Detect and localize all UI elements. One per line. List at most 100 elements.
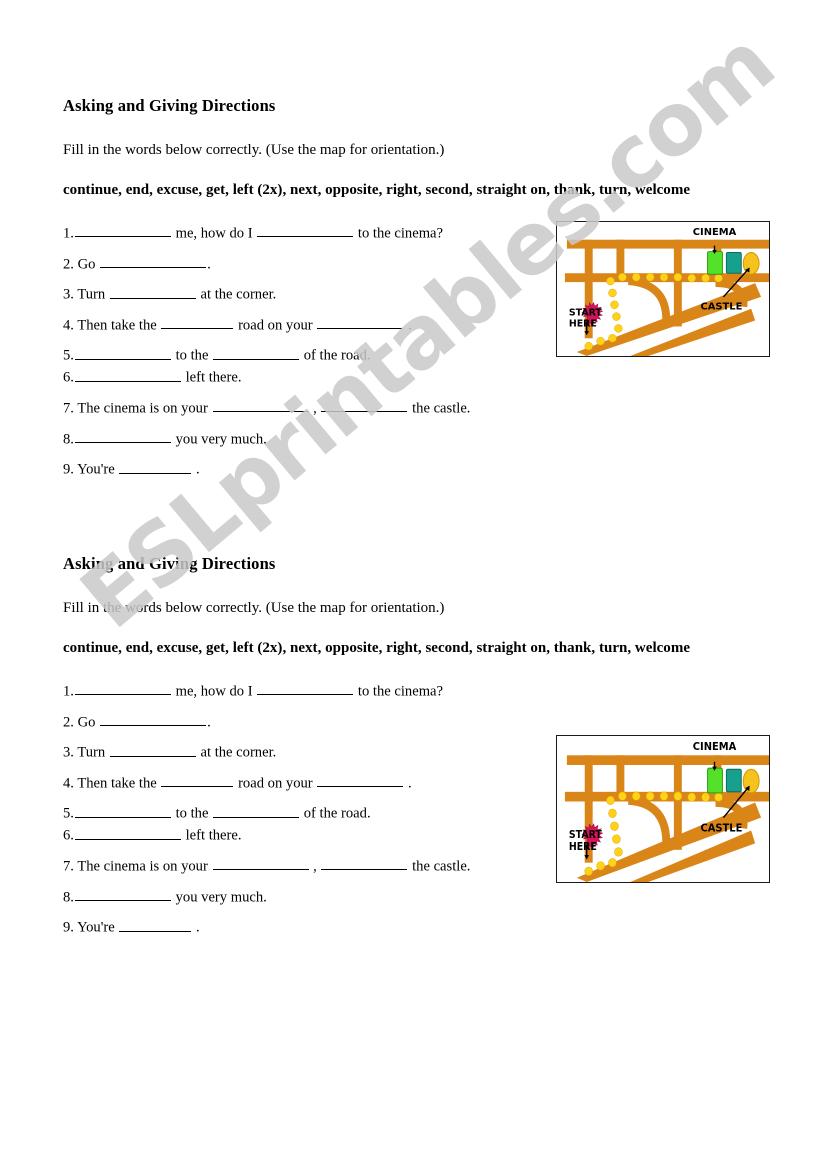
question-text: . bbox=[207, 714, 211, 731]
question-text: The cinema is on your bbox=[77, 858, 212, 875]
question-item-8: 8. you very much. bbox=[63, 429, 690, 449]
answer-blank[interactable] bbox=[257, 681, 354, 696]
question-text: of the road. bbox=[300, 347, 371, 364]
question-text: to the cinema? bbox=[354, 683, 444, 700]
route-dot bbox=[584, 866, 593, 876]
question-item-1: 1. me, how do I to the cinema? bbox=[63, 681, 690, 701]
map-content: CINEMA CASTLE START HERE bbox=[557, 222, 769, 356]
answer-blank[interactable] bbox=[321, 856, 408, 871]
answer-blank[interactable] bbox=[74, 681, 171, 696]
page-title: Asking and Giving Directions bbox=[63, 554, 276, 573]
question-number: 6. bbox=[63, 369, 74, 386]
question-number: 5. bbox=[63, 347, 74, 364]
question-text: , bbox=[309, 858, 321, 875]
question-number: 3. bbox=[63, 286, 74, 303]
answer-blank[interactable] bbox=[74, 367, 181, 382]
answer-blank[interactable] bbox=[100, 254, 207, 269]
map-illustration: CINEMA CASTLE START HERE bbox=[557, 736, 769, 882]
buildings bbox=[707, 767, 760, 794]
question-text: at the corner. bbox=[196, 286, 277, 303]
answer-blank[interactable] bbox=[317, 315, 404, 330]
question-text: Go bbox=[77, 256, 100, 273]
answer-blank[interactable] bbox=[74, 803, 171, 818]
start-here-label-line2: HERE bbox=[569, 318, 597, 329]
route-dot bbox=[618, 272, 627, 282]
answer-blank[interactable] bbox=[321, 398, 408, 413]
route-dot bbox=[596, 861, 605, 871]
map-illustration: CINEMA CASTLE START HERE bbox=[557, 222, 769, 356]
question-number: 9. bbox=[63, 461, 74, 478]
start-here-label-line1: START bbox=[569, 308, 603, 319]
answer-blank[interactable] bbox=[109, 742, 196, 757]
route-dot bbox=[608, 334, 617, 343]
question-number: 7. bbox=[63, 858, 74, 875]
answer-blank[interactable] bbox=[257, 223, 354, 238]
castle-label: CASTLE bbox=[701, 822, 743, 834]
start-here-label-line2: HERE bbox=[569, 841, 597, 852]
question-text: left there. bbox=[181, 827, 242, 844]
answer-blank[interactable] bbox=[109, 284, 196, 299]
question-number: 3. bbox=[63, 744, 74, 761]
question-text: you very much. bbox=[171, 889, 267, 906]
question-item-7: 7. The cinema is on your , the castle. bbox=[63, 398, 690, 418]
question-text: Go bbox=[77, 714, 100, 731]
word-bank: continue, end, excuse, get, left (2x), n… bbox=[63, 182, 691, 198]
question-text: , bbox=[309, 400, 321, 417]
road-horizontal-top bbox=[566, 755, 769, 765]
route-dot bbox=[714, 273, 723, 283]
question-text: to the cinema? bbox=[354, 225, 444, 242]
answer-blank[interactable] bbox=[74, 345, 171, 360]
question-text: The cinema is on your bbox=[77, 400, 212, 417]
answer-blank[interactable] bbox=[161, 315, 234, 330]
answer-blank[interactable] bbox=[119, 459, 192, 474]
route-dot bbox=[610, 821, 619, 831]
question-number: 4. bbox=[63, 317, 74, 334]
route-dot bbox=[701, 792, 710, 802]
answer-blank[interactable] bbox=[119, 917, 192, 932]
answer-blank[interactable] bbox=[213, 345, 300, 360]
question-number: 4. bbox=[63, 775, 74, 792]
route-dot bbox=[612, 312, 621, 321]
question-text: road on your bbox=[234, 775, 317, 792]
answer-blank[interactable] bbox=[161, 773, 234, 788]
route-dot bbox=[659, 272, 669, 282]
route-dot bbox=[687, 273, 696, 283]
answer-blank[interactable] bbox=[74, 887, 171, 902]
answer-blank[interactable] bbox=[74, 825, 181, 840]
route-dot bbox=[659, 791, 669, 801]
answer-blank[interactable] bbox=[212, 856, 309, 871]
question-text: road on your bbox=[234, 317, 317, 334]
question-number: 9. bbox=[63, 919, 74, 936]
route-dot bbox=[632, 272, 641, 282]
instruction-text: Fill in the words below correctly. (Use … bbox=[63, 600, 445, 616]
page-title: Asking and Giving Directions bbox=[63, 96, 276, 115]
answer-blank[interactable] bbox=[100, 712, 207, 727]
answer-blank[interactable] bbox=[212, 398, 309, 413]
castle-marker-icon bbox=[742, 252, 760, 275]
second-building-icon bbox=[725, 768, 742, 793]
answer-blank[interactable] bbox=[74, 429, 171, 444]
question-item-2: 2. Go . bbox=[63, 712, 690, 732]
castle-marker-icon bbox=[742, 768, 760, 794]
buildings bbox=[707, 251, 760, 275]
answer-blank[interactable] bbox=[213, 803, 300, 818]
question-text: of the road. bbox=[300, 805, 371, 822]
answer-blank[interactable] bbox=[317, 773, 404, 788]
question-text: the castle. bbox=[408, 400, 471, 417]
answer-blank[interactable] bbox=[74, 223, 171, 238]
route-dot bbox=[596, 337, 605, 346]
route-dot bbox=[612, 834, 621, 844]
direction-map-1: CINEMA CASTLE START HERE bbox=[556, 221, 770, 357]
route-dot bbox=[673, 791, 683, 801]
question-item-9: 9. You're . bbox=[63, 917, 690, 937]
question-text: Then take the bbox=[77, 317, 161, 334]
question-number: 1. bbox=[63, 683, 74, 700]
route-dot bbox=[608, 858, 617, 868]
question-text: left there. bbox=[181, 369, 242, 386]
route-dot bbox=[632, 791, 641, 801]
second-building-icon bbox=[725, 252, 742, 274]
cinema-label: CINEMA bbox=[693, 741, 736, 753]
question-item-8: 8. you very much. bbox=[63, 887, 690, 907]
question-number: 7. bbox=[63, 400, 74, 417]
question-number: 8. bbox=[63, 889, 74, 906]
